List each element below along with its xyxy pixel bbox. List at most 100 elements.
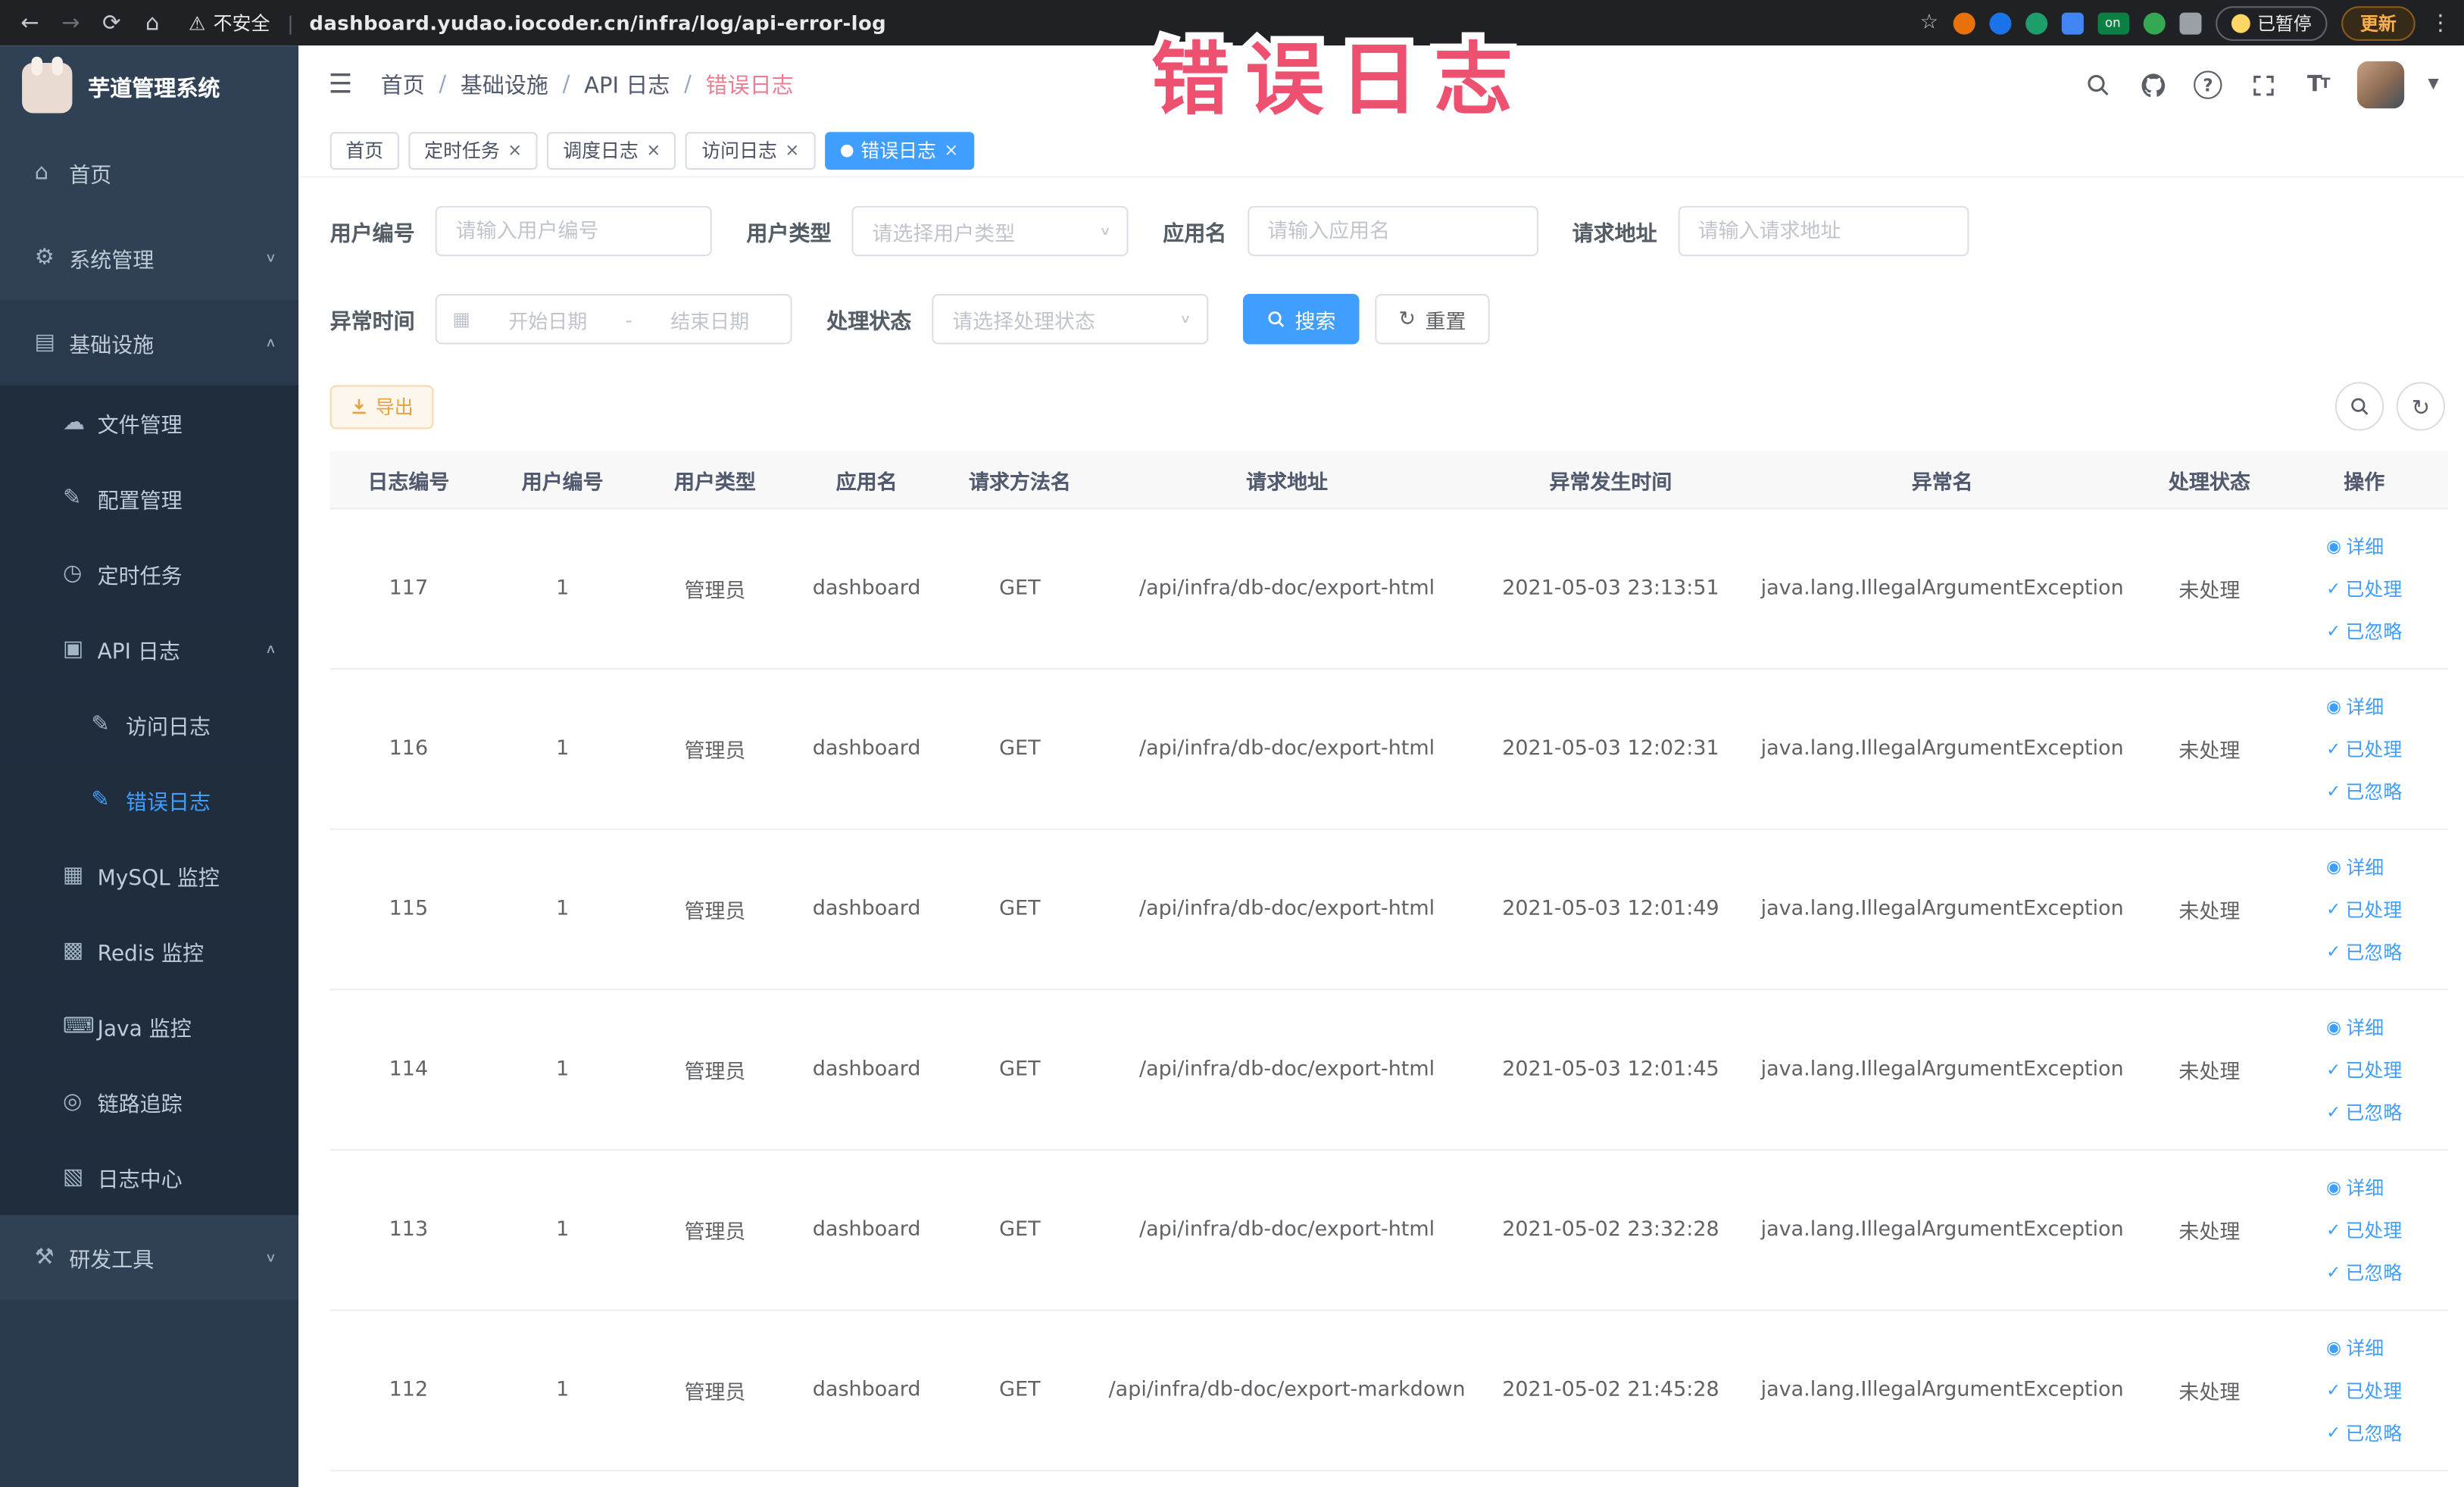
help-icon[interactable]: ?	[2192, 69, 2223, 101]
site-security-chip[interactable]: ⚠ 不安全 |	[189, 9, 303, 36]
cell-request-url: /api/infra/db-doc/export-html	[1098, 989, 1476, 1151]
sidebar-item-home[interactable]: ⌂ 首页	[0, 130, 298, 215]
refresh-table-button[interactable]	[2396, 382, 2446, 431]
check-icon	[2326, 930, 2341, 973]
user-type-select[interactable]: 请选择用户类型	[851, 205, 1129, 257]
user-avatar[interactable]	[2357, 61, 2405, 109]
detail-link[interactable]: 详细	[2326, 686, 2384, 728]
close-icon[interactable]: ×	[646, 142, 661, 159]
detail-link[interactable]: 详细	[2326, 1167, 2384, 1209]
bookmark-star-icon[interactable]: ☆	[1920, 11, 1938, 35]
tab-error-log[interactable]: 错误日志 ×	[824, 131, 975, 170]
extension-icon-grid[interactable]	[2060, 11, 2083, 34]
sidebar-item-api-logs[interactable]: ▣ API 日志	[0, 611, 299, 687]
sidebar-item-access-log[interactable]: ✎ 访问日志	[0, 686, 299, 763]
detail-link[interactable]: 详细	[2326, 1006, 2384, 1048]
extension-icon-red[interactable]	[1952, 11, 1975, 34]
document-icon: ▣	[62, 636, 84, 662]
sidebar-item-tracing[interactable]: ◎ 链路追踪	[0, 1064, 299, 1140]
sidebar-item-java-monitor[interactable]: ⌨ Java 监控	[0, 989, 299, 1064]
mark-processed-link[interactable]: 已处理	[2326, 1209, 2403, 1251]
mark-ignored-link[interactable]: 已忽略	[2326, 1091, 2403, 1133]
sidebar-item-error-log[interactable]: ✎ 错误日志	[0, 762, 299, 839]
table-toolbar: 导出	[329, 382, 2446, 431]
mark-processed-link[interactable]: 已处理	[2326, 728, 2403, 770]
download-icon	[352, 398, 366, 414]
browser-update-button[interactable]: 更新	[2341, 5, 2416, 40]
mark-processed-link[interactable]: 已处理	[2326, 1369, 2403, 1411]
browser-back-button[interactable]: ←	[13, 5, 48, 40]
chevron-down-icon	[265, 251, 276, 264]
hamburger-icon[interactable]: ☰	[329, 69, 353, 101]
cell-log-id: 116	[329, 668, 488, 830]
profile-paused-badge[interactable]: 已暂停	[2215, 5, 2328, 40]
eye-icon	[2326, 525, 2341, 567]
extension-icon-blue[interactable]	[1988, 11, 2011, 34]
breadcrumb-api-logs[interactable]: API 日志	[584, 69, 670, 101]
sidebar-item-system-management[interactable]: ⚙ 系统管理	[0, 215, 298, 300]
sidebar-item-infrastructure[interactable]: ▤ 基础设施	[0, 300, 299, 386]
browser-reload-button[interactable]: ⟳	[94, 5, 129, 40]
detail-link[interactable]: 详细	[2326, 525, 2384, 567]
process-status-select[interactable]: 请选择处理状态	[932, 294, 1209, 345]
close-icon[interactable]: ×	[785, 142, 799, 159]
toggle-search-button[interactable]	[2334, 382, 2384, 431]
cell-user-type: 管理员	[638, 508, 792, 670]
mark-ignored-link[interactable]: 已忽略	[2326, 1411, 2403, 1454]
sidebar-item-log-center[interactable]: ▧ 日志中心	[0, 1139, 299, 1216]
search-button[interactable]: 搜索	[1243, 294, 1360, 345]
mark-ignored-link[interactable]: 已忽略	[2326, 1251, 2403, 1294]
export-button[interactable]: 导出	[329, 384, 434, 429]
browser-menu-kebab-icon[interactable]: ⋮	[2429, 10, 2451, 35]
mark-ignored-link[interactable]: 已忽略	[2326, 770, 2403, 813]
mark-ignored-link[interactable]: 已忽略	[2326, 930, 2403, 973]
mark-processed-link[interactable]: 已处理	[2326, 567, 2403, 610]
fullscreen-icon[interactable]	[2247, 69, 2278, 101]
sidebar-item-devtools[interactable]: ⚒ 研发工具	[0, 1215, 298, 1300]
cell-user-id: 1	[487, 1149, 639, 1311]
search-icon[interactable]	[2082, 69, 2113, 101]
extension-on-badge[interactable]: on	[2097, 11, 2129, 34]
font-size-icon[interactable]: TT	[2302, 69, 2333, 101]
tab-scheduled-tasks[interactable]: 定时任务 ×	[408, 131, 539, 170]
app-logo[interactable]: 芋道管理系统	[0, 45, 298, 130]
user-id-input[interactable]	[435, 205, 712, 257]
request-url-input[interactable]	[1677, 205, 1969, 257]
app-name-input[interactable]	[1247, 205, 1538, 257]
browser-home-button[interactable]: ⌂	[135, 5, 170, 40]
sidebar-item-config-management[interactable]: ✎ 配置管理	[0, 461, 299, 536]
database-icon: ▩	[62, 938, 84, 964]
mark-ignored-link[interactable]: 已忽略	[2326, 610, 2403, 652]
mark-processed-link[interactable]: 已处理	[2326, 1048, 2403, 1091]
extensions-puzzle-icon[interactable]	[2178, 11, 2201, 34]
close-icon[interactable]: ×	[944, 142, 958, 159]
github-icon[interactable]	[2138, 69, 2169, 101]
browser-forward-button[interactable]: →	[54, 5, 89, 40]
breadcrumb-infrastructure[interactable]: 基础设施	[461, 69, 548, 101]
cloud-icon: ☁	[62, 410, 86, 436]
detail-link[interactable]: 详细	[2326, 845, 2384, 888]
check-icon	[2326, 610, 2341, 652]
divider: |	[287, 11, 294, 34]
sidebar-item-mysql-monitor[interactable]: ▦ MySQL 监控	[0, 838, 299, 914]
address-bar-url[interactable]: dashboard.yudao.iocoder.cn/infra/log/api…	[309, 11, 886, 35]
sidebar-item-redis-monitor[interactable]: ▩ Redis 监控	[0, 913, 299, 989]
sidebar-item-scheduled-tasks[interactable]: ◷ 定时任务	[0, 536, 299, 612]
detail-link[interactable]: 详细	[2326, 1326, 2384, 1369]
close-icon[interactable]: ×	[507, 142, 522, 159]
tab-access-log[interactable]: 访问日志 ×	[685, 131, 816, 170]
sidebar: 芋道管理系统 ⌂ 首页 ⚙ 系统管理 ▤ 基础设施 ☁	[0, 45, 299, 1487]
extension-icon-leaf[interactable]	[2142, 11, 2165, 34]
cell-status: 未处理	[2138, 668, 2281, 830]
extension-icon-green[interactable]	[2025, 11, 2047, 34]
user-menu-caret-icon[interactable]: ▼	[2428, 77, 2438, 93]
breadcrumb: 首页 / 基础设施 / API 日志 / 错误日志	[381, 69, 794, 101]
mark-processed-link[interactable]: 已处理	[2326, 888, 2403, 930]
exception-time-range-picker[interactable]: 开始日期 - 结束日期	[435, 294, 792, 345]
tab-home[interactable]: 首页	[329, 131, 399, 170]
tab-dispatch-log[interactable]: 调度日志 ×	[547, 131, 677, 170]
sidebar-item-file-management[interactable]: ☁ 文件管理	[0, 385, 299, 461]
reset-button[interactable]: 重置	[1375, 294, 1490, 345]
check-icon	[2326, 888, 2341, 930]
breadcrumb-home[interactable]: 首页	[381, 69, 425, 101]
